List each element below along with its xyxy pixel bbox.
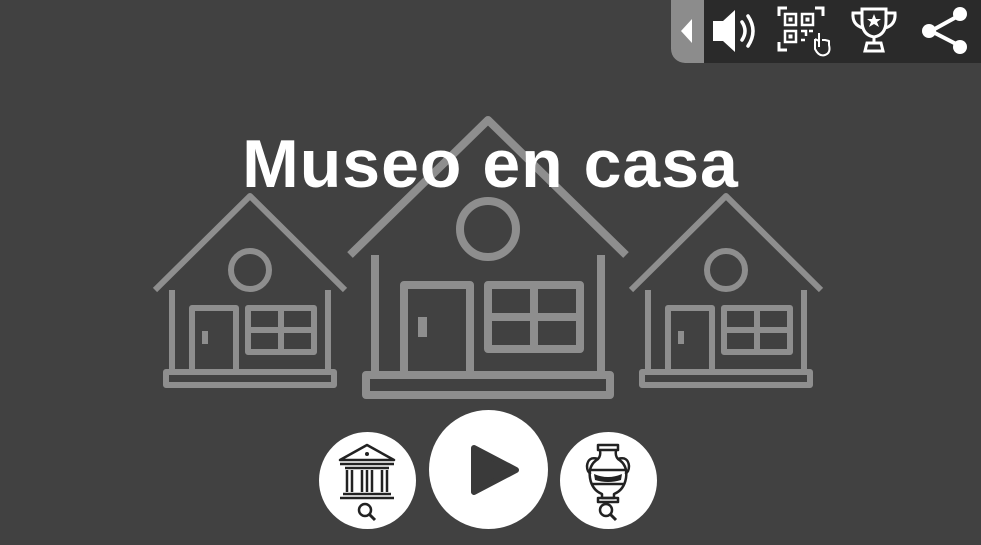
museum-search-button[interactable] (319, 432, 416, 529)
vase-search-icon (585, 443, 631, 522)
house-right-icon (628, 193, 824, 388)
play-icon (471, 445, 519, 495)
house-left-icon (152, 193, 348, 388)
play-button[interactable] (429, 410, 548, 529)
vase-search-button[interactable] (560, 432, 657, 529)
museum-search-icon (338, 443, 396, 522)
game-title: Museo en casa (242, 126, 739, 202)
